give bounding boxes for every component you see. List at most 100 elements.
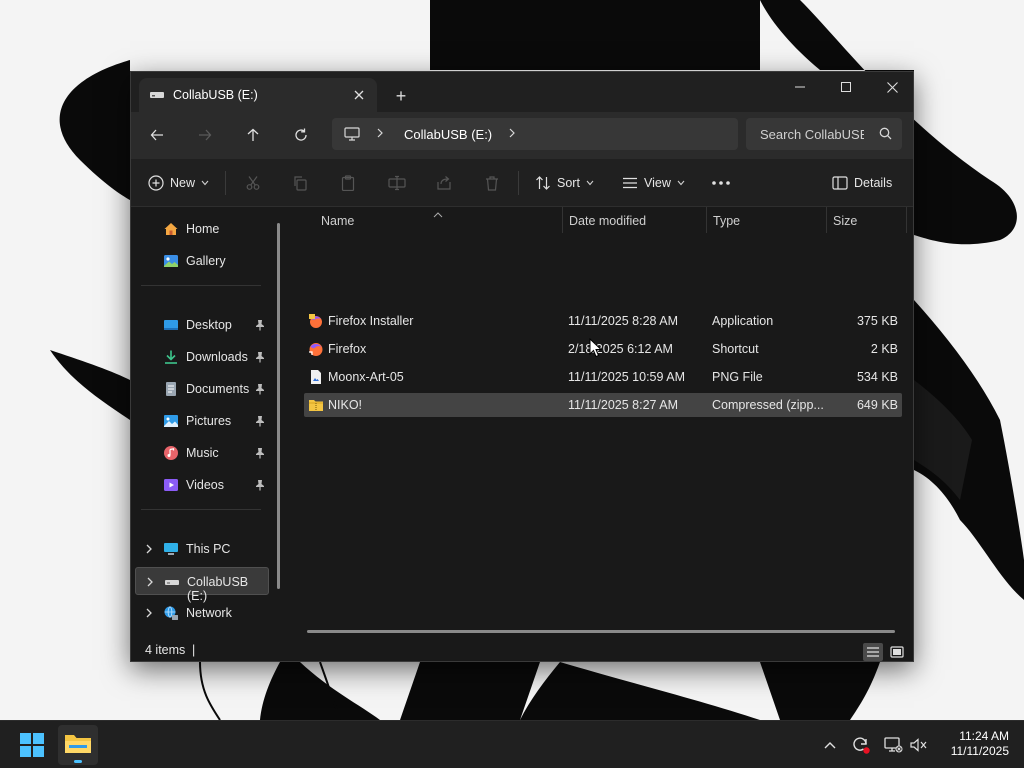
- rename-button[interactable]: [388, 171, 406, 195]
- chevron-up-icon: [824, 742, 836, 749]
- column-divider[interactable]: [906, 207, 907, 233]
- chevron-down-icon: [201, 180, 209, 186]
- chevron-right-icon[interactable]: [145, 607, 153, 622]
- sidebar-item-downloads[interactable]: Downloads: [135, 343, 269, 371]
- music-icon: [163, 445, 179, 461]
- up-button[interactable]: [238, 122, 268, 148]
- firefox-icon: [308, 341, 324, 357]
- title-bar[interactable]: CollabUSB (E:) +: [131, 72, 913, 112]
- file-row[interactable]: Firefox Installer 11/11/2025 8:28 AM App…: [304, 309, 902, 333]
- scissors-icon: [246, 176, 260, 190]
- pin-icon[interactable]: [255, 447, 265, 462]
- sidebar-item-documents[interactable]: Documents: [135, 375, 269, 403]
- taskbar-file-explorer-button[interactable]: [58, 725, 98, 765]
- show-hidden-icons-button[interactable]: [820, 735, 840, 755]
- windows-logo-icon: [20, 733, 44, 757]
- zip-folder-icon: [308, 397, 324, 413]
- list-view-icon: [623, 177, 637, 189]
- sidebar-item-label: Network: [186, 606, 232, 620]
- sidebar-item-videos[interactable]: Videos: [135, 471, 269, 499]
- pin-icon[interactable]: [255, 479, 265, 494]
- sidebar-item-music[interactable]: Music: [135, 439, 269, 467]
- file-date: 11/11/2025 10:59 AM: [568, 370, 685, 384]
- minimize-button[interactable]: [777, 72, 823, 102]
- cut-button[interactable]: [245, 171, 261, 195]
- paste-button[interactable]: [340, 171, 356, 195]
- usb-drive-icon: [149, 89, 165, 104]
- share-button[interactable]: [436, 171, 452, 195]
- close-icon: [354, 90, 364, 100]
- volume-button[interactable]: [909, 735, 929, 755]
- sidebar-item-home[interactable]: Home: [135, 215, 269, 243]
- pin-icon[interactable]: [255, 351, 265, 366]
- sidebar-scrollbar[interactable]: [277, 223, 280, 589]
- gallery-icon: [163, 253, 179, 269]
- address-bar[interactable]: CollabUSB (E:): [332, 118, 738, 150]
- sidebar-item-collabusb[interactable]: CollabUSB (E:): [135, 567, 269, 603]
- maximize-button[interactable]: [823, 72, 869, 102]
- sidebar-item-gallery[interactable]: Gallery: [135, 247, 269, 275]
- forward-button[interactable]: [190, 122, 220, 148]
- start-button[interactable]: [20, 733, 44, 757]
- chevron-right-icon[interactable]: [145, 543, 153, 558]
- column-divider[interactable]: [562, 207, 563, 233]
- close-window-button[interactable]: [869, 72, 915, 102]
- more-options-button[interactable]: [711, 171, 731, 195]
- details-pane-button[interactable]: Details: [832, 171, 892, 195]
- toolbar-divider: [225, 171, 226, 195]
- file-size: 2 KB: [870, 342, 898, 356]
- desktop-icon: [163, 317, 179, 333]
- view-button[interactable]: View: [622, 171, 685, 195]
- column-header-size[interactable]: Size: [833, 214, 857, 238]
- sidebar-item-network[interactable]: Network: [135, 599, 269, 627]
- close-tab-button[interactable]: [349, 85, 369, 105]
- navigation-bar: CollabUSB (E:) Search CollabUSB (E:): [131, 112, 913, 159]
- breadcrumb-collabusb[interactable]: CollabUSB (E:): [404, 127, 492, 142]
- pin-icon[interactable]: [255, 415, 265, 430]
- horizontal-scrollbar[interactable]: [307, 630, 895, 633]
- item-count: 4 items: [145, 643, 186, 657]
- new-label: New: [170, 176, 196, 190]
- column-header-name[interactable]: Name: [321, 214, 354, 238]
- details-view-button[interactable]: [863, 643, 883, 661]
- sidebar-item-desktop[interactable]: Desktop: [135, 311, 269, 339]
- file-type: PNG File: [712, 370, 763, 384]
- column-divider[interactable]: [706, 207, 707, 233]
- toolbar-divider: [518, 171, 519, 195]
- tab-collabusb[interactable]: CollabUSB (E:): [139, 78, 377, 112]
- file-name: NIKO!: [328, 398, 363, 412]
- file-name: Firefox Installer: [328, 314, 414, 328]
- system-clock[interactable]: 11:24 AM 11/11/2025: [935, 729, 1009, 759]
- sort-button[interactable]: Sort: [535, 171, 594, 195]
- trash-icon: [486, 176, 498, 191]
- sidebar-item-label: Pictures: [186, 414, 232, 428]
- file-row[interactable]: Moonx-Art-05 11/11/2025 10:59 AM PNG Fil…: [304, 365, 902, 389]
- column-header-type[interactable]: Type: [713, 214, 740, 238]
- delete-button[interactable]: [484, 171, 500, 195]
- pin-icon[interactable]: [255, 319, 265, 334]
- column-header-date-modified[interactable]: Date modified: [569, 214, 646, 238]
- this-pc-icon: [163, 541, 179, 557]
- chevron-right-icon[interactable]: [508, 126, 516, 143]
- sidebar-item-this-pc[interactable]: This PC: [135, 535, 269, 563]
- refresh-button[interactable]: [286, 122, 316, 148]
- chevron-right-icon[interactable]: [376, 126, 384, 143]
- file-row-selected[interactable]: NIKO! 11/11/2025 8:27 AM Compressed (zip…: [304, 393, 902, 417]
- share-icon: [437, 176, 451, 190]
- pin-icon[interactable]: [255, 383, 265, 398]
- column-divider[interactable]: [826, 207, 827, 233]
- volume-muted-icon: [910, 738, 927, 752]
- network-status-button[interactable]: [883, 735, 903, 755]
- chevron-right-icon[interactable]: [146, 576, 154, 591]
- large-icons-view-button[interactable]: [887, 643, 907, 661]
- back-button[interactable]: [142, 122, 172, 148]
- file-row[interactable]: Firefox 2/18/2025 6:12 AM Shortcut 2 KB: [304, 337, 902, 361]
- sync-status-button[interactable]: [851, 735, 871, 755]
- sidebar-item-pictures[interactable]: Pictures: [135, 407, 269, 435]
- rename-icon: [388, 175, 406, 191]
- new-button[interactable]: New: [148, 171, 209, 195]
- search-input[interactable]: Search CollabUSB (E:): [746, 118, 902, 150]
- copy-button[interactable]: [292, 171, 308, 195]
- chevron-down-icon: [677, 180, 685, 186]
- new-tab-button[interactable]: +: [389, 85, 413, 109]
